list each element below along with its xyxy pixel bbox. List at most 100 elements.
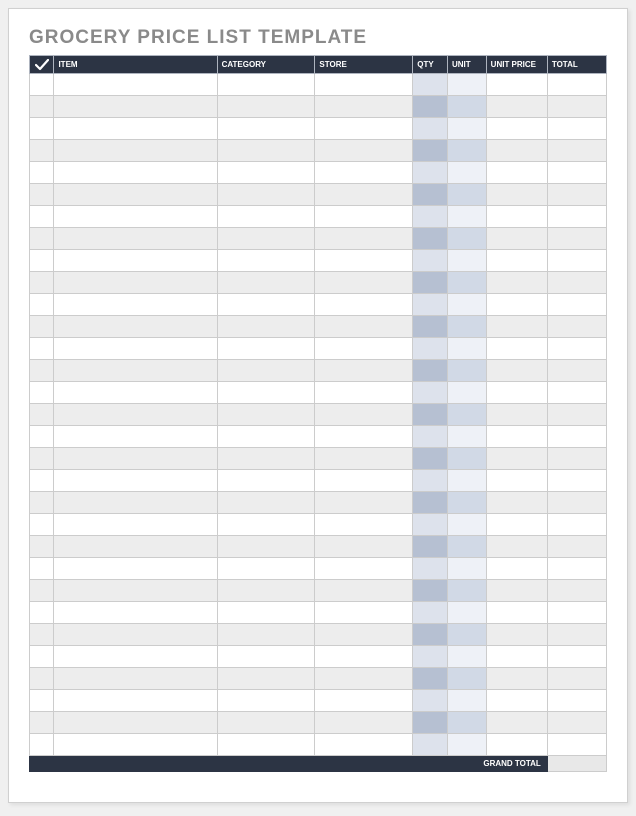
cell-store[interactable] (315, 382, 413, 404)
cell-total[interactable] (547, 558, 606, 580)
cell-item[interactable] (54, 580, 217, 602)
cell-category[interactable] (217, 470, 315, 492)
cell-category[interactable] (217, 448, 315, 470)
cell-total[interactable] (547, 624, 606, 646)
cell-unit[interactable] (447, 426, 486, 448)
cell-unit[interactable] (447, 624, 486, 646)
cell-category[interactable] (217, 536, 315, 558)
cell-check[interactable] (30, 96, 54, 118)
cell-total[interactable] (547, 338, 606, 360)
cell-check[interactable] (30, 316, 54, 338)
cell-check[interactable] (30, 712, 54, 734)
cell-store[interactable] (315, 338, 413, 360)
cell-category[interactable] (217, 602, 315, 624)
cell-store[interactable] (315, 118, 413, 140)
cell-qty[interactable] (413, 646, 448, 668)
cell-unit_price[interactable] (486, 74, 547, 96)
cell-total[interactable] (547, 74, 606, 96)
cell-unit[interactable] (447, 250, 486, 272)
cell-store[interactable] (315, 404, 413, 426)
cell-qty[interactable] (413, 426, 448, 448)
cell-total[interactable] (547, 712, 606, 734)
cell-item[interactable] (54, 360, 217, 382)
cell-unit[interactable] (447, 96, 486, 118)
cell-total[interactable] (547, 404, 606, 426)
cell-store[interactable] (315, 184, 413, 206)
cell-item[interactable] (54, 228, 217, 250)
cell-qty[interactable] (413, 206, 448, 228)
cell-category[interactable] (217, 118, 315, 140)
cell-qty[interactable] (413, 382, 448, 404)
cell-unit_price[interactable] (486, 96, 547, 118)
cell-category[interactable] (217, 316, 315, 338)
cell-unit_price[interactable] (486, 734, 547, 756)
cell-category[interactable] (217, 624, 315, 646)
cell-unit_price[interactable] (486, 162, 547, 184)
cell-unit_price[interactable] (486, 184, 547, 206)
cell-store[interactable] (315, 206, 413, 228)
cell-total[interactable] (547, 162, 606, 184)
cell-unit_price[interactable] (486, 668, 547, 690)
cell-check[interactable] (30, 206, 54, 228)
cell-check[interactable] (30, 338, 54, 360)
cell-unit[interactable] (447, 536, 486, 558)
cell-item[interactable] (54, 338, 217, 360)
cell-unit_price[interactable] (486, 316, 547, 338)
cell-unit[interactable] (447, 646, 486, 668)
cell-check[interactable] (30, 74, 54, 96)
cell-total[interactable] (547, 140, 606, 162)
cell-store[interactable] (315, 536, 413, 558)
cell-category[interactable] (217, 492, 315, 514)
cell-qty[interactable] (413, 668, 448, 690)
cell-store[interactable] (315, 162, 413, 184)
cell-check[interactable] (30, 404, 54, 426)
cell-unit[interactable] (447, 206, 486, 228)
cell-qty[interactable] (413, 624, 448, 646)
cell-store[interactable] (315, 228, 413, 250)
cell-category[interactable] (217, 668, 315, 690)
cell-check[interactable] (30, 734, 54, 756)
cell-unit[interactable] (447, 580, 486, 602)
cell-total[interactable] (547, 272, 606, 294)
cell-unit[interactable] (447, 470, 486, 492)
cell-unit[interactable] (447, 492, 486, 514)
cell-item[interactable] (54, 734, 217, 756)
cell-category[interactable] (217, 74, 315, 96)
cell-total[interactable] (547, 426, 606, 448)
cell-unit_price[interactable] (486, 624, 547, 646)
cell-unit_price[interactable] (486, 536, 547, 558)
grand-total-value[interactable] (547, 756, 606, 772)
cell-unit[interactable] (447, 514, 486, 536)
cell-category[interactable] (217, 184, 315, 206)
cell-category[interactable] (217, 734, 315, 756)
cell-qty[interactable] (413, 316, 448, 338)
cell-total[interactable] (547, 294, 606, 316)
cell-unit[interactable] (447, 558, 486, 580)
cell-store[interactable] (315, 514, 413, 536)
cell-store[interactable] (315, 624, 413, 646)
cell-item[interactable] (54, 536, 217, 558)
cell-unit[interactable] (447, 360, 486, 382)
cell-unit[interactable] (447, 184, 486, 206)
cell-unit[interactable] (447, 162, 486, 184)
cell-category[interactable] (217, 338, 315, 360)
cell-qty[interactable] (413, 228, 448, 250)
cell-item[interactable] (54, 74, 217, 96)
cell-qty[interactable] (413, 250, 448, 272)
cell-qty[interactable] (413, 404, 448, 426)
cell-category[interactable] (217, 272, 315, 294)
cell-qty[interactable] (413, 140, 448, 162)
cell-category[interactable] (217, 514, 315, 536)
cell-category[interactable] (217, 580, 315, 602)
cell-unit_price[interactable] (486, 250, 547, 272)
cell-check[interactable] (30, 162, 54, 184)
cell-total[interactable] (547, 250, 606, 272)
cell-category[interactable] (217, 646, 315, 668)
cell-category[interactable] (217, 404, 315, 426)
cell-total[interactable] (547, 514, 606, 536)
cell-check[interactable] (30, 228, 54, 250)
cell-item[interactable] (54, 470, 217, 492)
cell-qty[interactable] (413, 118, 448, 140)
cell-store[interactable] (315, 668, 413, 690)
cell-total[interactable] (547, 118, 606, 140)
